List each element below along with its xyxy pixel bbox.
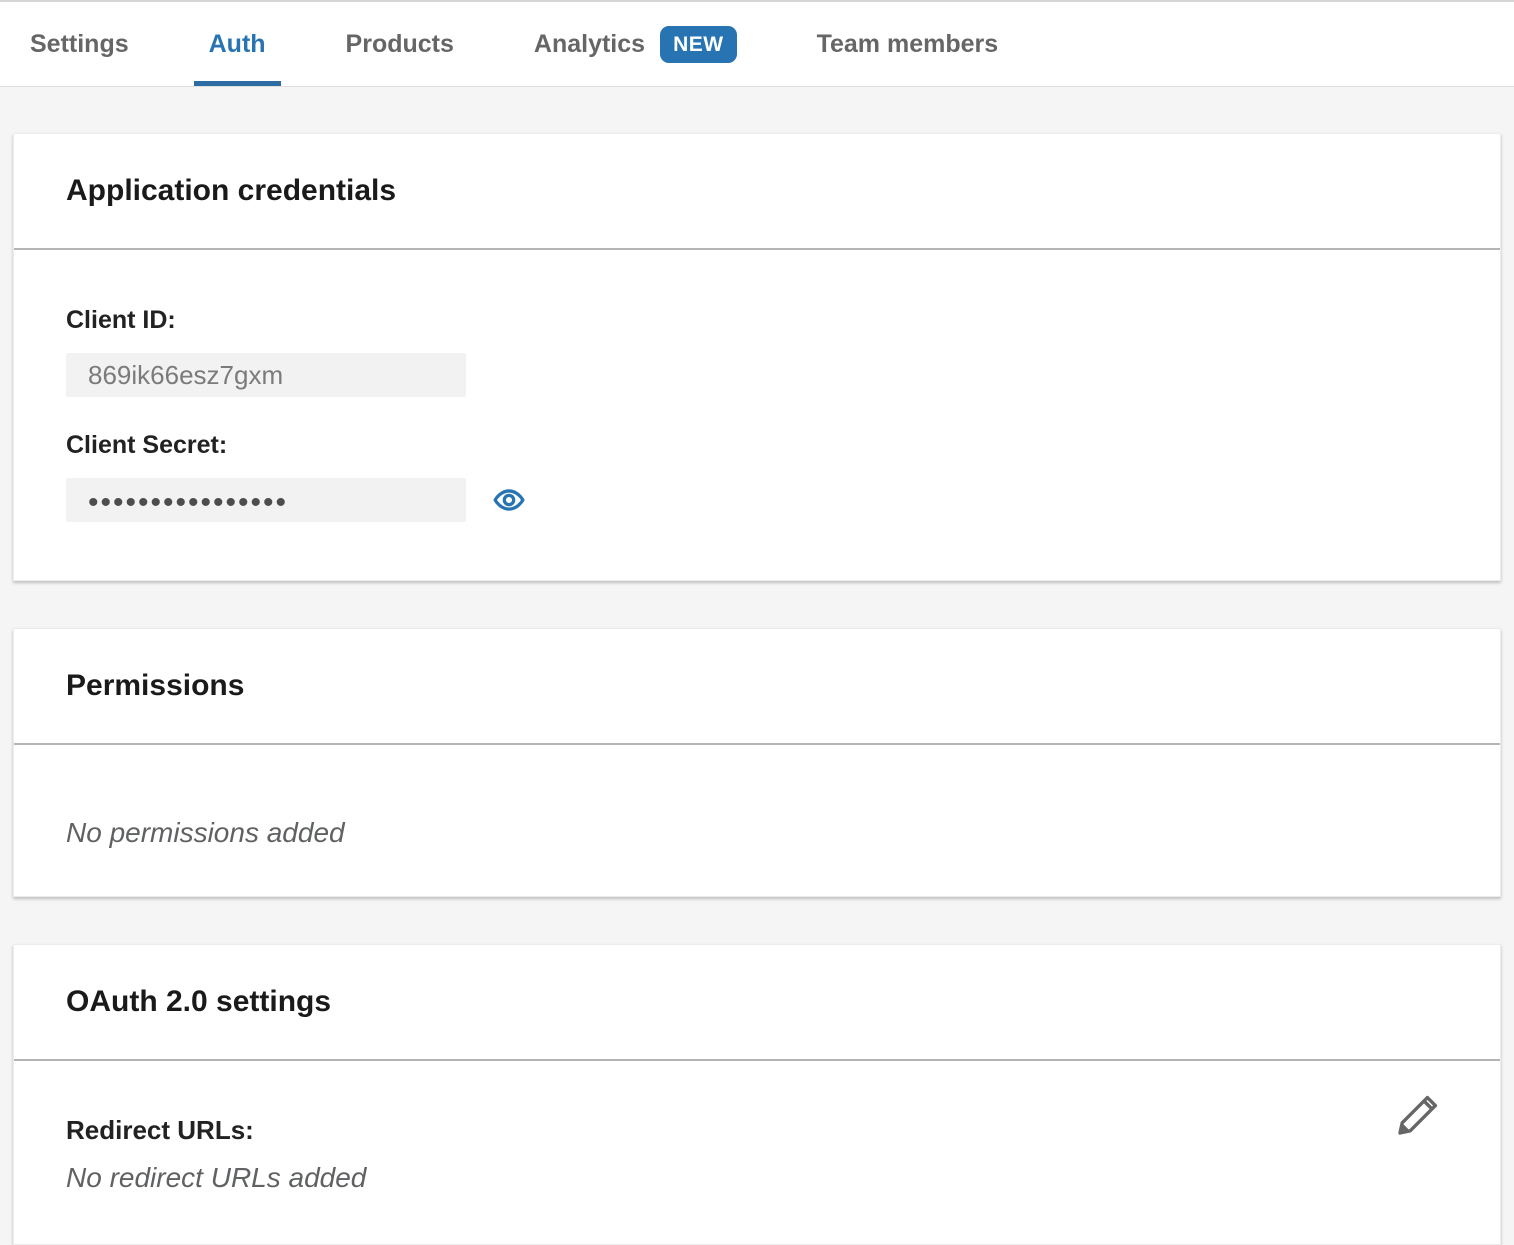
new-badge: NEW xyxy=(660,26,737,63)
tab-analytics[interactable]: Analytics NEW xyxy=(534,2,737,86)
application-credentials-title: Application credentials xyxy=(66,174,1448,208)
edit-redirect-urls-button[interactable] xyxy=(1394,1091,1442,1139)
application-credentials-body: Client ID: Client Secret: xyxy=(14,250,1500,580)
eye-icon xyxy=(492,483,526,517)
permissions-empty-text: No permissions added xyxy=(66,817,1448,849)
auth-tab-content: Application credentials Client ID: Clien… xyxy=(0,87,1514,1245)
permissions-body: No permissions added xyxy=(14,745,1500,896)
redirect-urls-empty-text: No redirect URLs added xyxy=(66,1162,1448,1194)
oauth-settings-body: Redirect URLs: No redirect URLs added xyxy=(14,1061,1500,1244)
tab-products[interactable]: Products xyxy=(346,2,454,86)
tab-team-members[interactable]: Team members xyxy=(817,2,999,86)
oauth-settings-card: OAuth 2.0 settings Redirect URLs: No red… xyxy=(13,944,1501,1245)
tab-settings-label: Settings xyxy=(30,30,129,59)
reveal-secret-button[interactable] xyxy=(492,483,526,517)
oauth-settings-header: OAuth 2.0 settings xyxy=(14,945,1500,1061)
application-credentials-header: Application credentials xyxy=(14,134,1500,250)
tab-auth[interactable]: Auth xyxy=(209,2,266,86)
client-secret-row xyxy=(66,478,1448,522)
permissions-title: Permissions xyxy=(66,669,1448,703)
client-id-label: Client ID: xyxy=(66,306,1448,335)
redirect-urls-label: Redirect URLs: xyxy=(66,1115,1448,1146)
client-id-field[interactable] xyxy=(66,353,466,397)
client-secret-label: Client Secret: xyxy=(66,431,1448,460)
client-secret-field[interactable] xyxy=(66,478,466,522)
tab-settings[interactable]: Settings xyxy=(30,2,129,86)
permissions-header: Permissions xyxy=(14,629,1500,745)
tab-products-label: Products xyxy=(346,30,454,59)
oauth-settings-title: OAuth 2.0 settings xyxy=(66,985,1448,1019)
tab-team-members-label: Team members xyxy=(817,30,999,59)
application-credentials-card: Application credentials Client ID: Clien… xyxy=(13,133,1501,581)
tab-analytics-label: Analytics xyxy=(534,30,645,59)
tab-bar: Settings Auth Products Analytics NEW Tea… xyxy=(0,2,1514,87)
pencil-icon xyxy=(1394,1091,1442,1139)
permissions-card: Permissions No permissions added xyxy=(13,628,1501,897)
tab-auth-label: Auth xyxy=(209,30,266,59)
